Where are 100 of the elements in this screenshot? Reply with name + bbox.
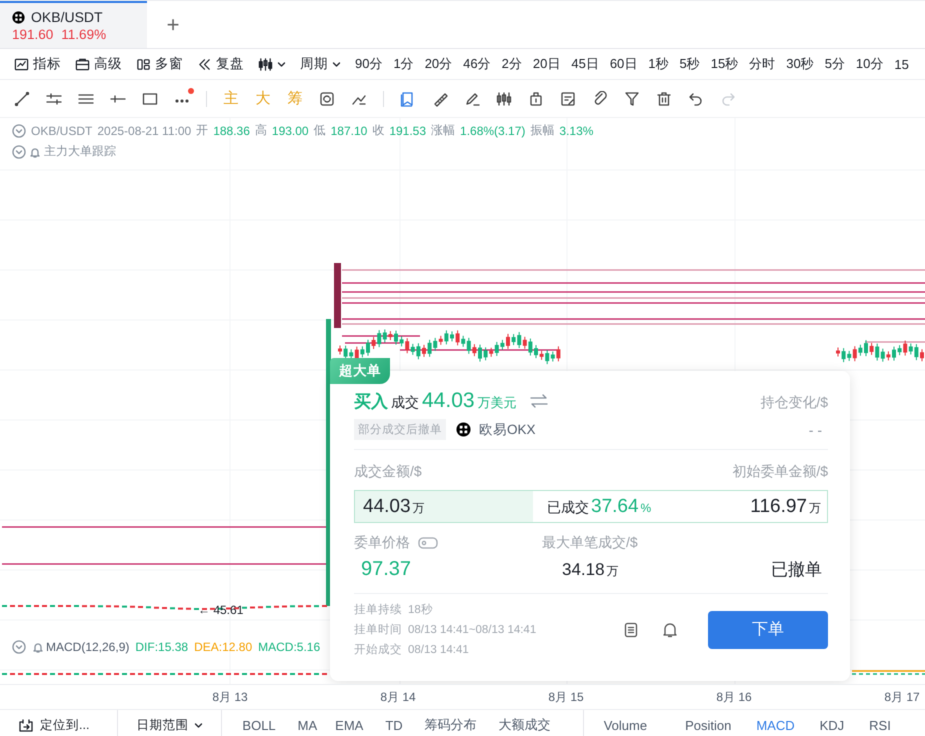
deal-label: 成交 <box>391 394 419 412</box>
interval-button[interactable]: 15 <box>894 56 909 72</box>
interval-button[interactable]: 分时 <box>749 55 776 73</box>
caret-icon <box>332 60 341 68</box>
notes-icon[interactable] <box>624 622 638 638</box>
interval-button[interactable]: 20日 <box>532 55 560 73</box>
magnet-icon[interactable] <box>592 90 608 106</box>
exchange-name: 欧易OKX <box>479 420 536 438</box>
bell-icon[interactable] <box>662 622 678 638</box>
unit-label: 万 <box>412 500 425 516</box>
undo-icon[interactable] <box>688 90 704 106</box>
interval-button[interactable]: 46分 <box>463 55 491 73</box>
field-value: 1.68%(3.17) <box>460 124 526 138</box>
trash-icon[interactable] <box>656 90 672 106</box>
cycle-icon[interactable] <box>319 90 335 106</box>
toolbar-button[interactable]: 多窗 <box>136 55 183 73</box>
indicator-value: DEA:12.80 <box>194 640 252 654</box>
indicator-value: MACD:5.16 <box>258 640 320 654</box>
field-value: 193.00 <box>272 124 309 138</box>
overlay-button[interactable]: TD <box>385 718 425 732</box>
side-label: 买入 <box>354 391 388 413</box>
tag-icon <box>418 537 438 549</box>
overlay-button[interactable]: 筹码分布 <box>424 716 499 734</box>
exchange-logo-icon <box>12 10 25 24</box>
field-value: 188.36 <box>213 124 250 138</box>
field-label: 成交金额/$ <box>354 463 422 481</box>
overlay-button[interactable]: BOLL <box>222 718 298 732</box>
overlay-button[interactable]: MA <box>298 718 336 732</box>
max-trade-amount: 34.18 <box>562 560 605 580</box>
symbol-tab[interactable]: OKB/USDT 191.60 11.69% <box>0 1 147 48</box>
toolbar-button[interactable]: 指标 <box>14 55 61 73</box>
lock-icon[interactable] <box>528 90 544 106</box>
collapse-icon <box>12 640 26 654</box>
interval-button[interactable]: 45日 <box>571 55 599 73</box>
field-label: 开 <box>196 122 208 139</box>
indicator-tab[interactable]: Position <box>671 718 742 732</box>
interval-button[interactable]: 10分 <box>856 55 884 73</box>
interval-button[interactable]: 20分 <box>424 55 452 73</box>
overlay-button[interactable]: 大额成交 <box>498 716 583 734</box>
indicator-tab[interactable]: KDJ <box>806 718 856 732</box>
field-value: 187.10 <box>330 124 368 138</box>
notification-dot <box>188 88 194 94</box>
indicator-tab[interactable]: Volume <box>584 718 672 732</box>
panel-icon <box>75 56 90 72</box>
interval-button[interactable]: 2分 <box>502 55 522 73</box>
locate-button[interactable]: 定位到... <box>0 716 118 734</box>
rectangle-icon[interactable] <box>142 90 158 106</box>
indicator-title: MACD(12,26,9) <box>46 640 130 654</box>
time-label: 2025-08-21 11:00 <box>97 124 192 138</box>
toolbar-button[interactable]: 高级 <box>75 55 122 73</box>
unit-label: 万 <box>606 563 619 580</box>
candle <box>338 345 342 355</box>
field-label: 高 <box>254 122 267 139</box>
interval-button[interactable]: 60日 <box>610 55 638 73</box>
interval-button[interactable]: 5分 <box>824 55 845 73</box>
order-size-badge: 超大单 <box>330 358 390 384</box>
parallel-lines-icon[interactable] <box>46 90 62 106</box>
interval-button[interactable]: 5秒 <box>680 55 700 73</box>
toolbar-button[interactable]: 复盘 <box>197 55 244 73</box>
indicator-tab[interactable]: MACD <box>742 718 806 732</box>
symbol-label: OKB/USDT <box>31 124 92 138</box>
ruler-icon[interactable] <box>432 90 448 106</box>
calendar-icon <box>18 718 34 732</box>
interval-button[interactable]: 15秒 <box>710 55 738 73</box>
date-range-dropdown[interactable]: 日期范围 <box>118 716 222 734</box>
indicator-tab[interactable]: RSI <box>855 718 902 732</box>
progress-percent: 37.64 <box>591 496 639 518</box>
interval-button[interactable]: 1秒 <box>648 55 669 73</box>
candle <box>394 330 398 346</box>
candlestick-icon[interactable] <box>496 90 512 106</box>
note-icon[interactable] <box>560 90 576 106</box>
axis-label: 8月 13 <box>212 688 248 706</box>
pen-icon[interactable] <box>464 90 480 106</box>
initial-amount: 116.97 <box>750 496 807 518</box>
order-line <box>865 341 925 343</box>
unit-label: 万 <box>809 500 821 516</box>
period-dropdown[interactable]: 周期 <box>300 55 341 73</box>
indicator-value: DIF:15.38 <box>135 640 188 654</box>
new-tab-button[interactable]: + <box>147 1 199 48</box>
filter-icon[interactable] <box>624 90 640 106</box>
candle <box>864 340 868 357</box>
field-label: 振幅 <box>530 122 554 139</box>
line-tool-icon[interactable] <box>14 90 30 106</box>
interval-button[interactable]: 1分 <box>393 55 414 73</box>
order-price: 97.37 <box>360 558 412 581</box>
swap-icon[interactable] <box>530 394 548 408</box>
field-label: 涨幅 <box>431 122 456 139</box>
interval-button[interactable]: 90分 <box>355 55 382 73</box>
overlay-button[interactable]: EMA <box>335 718 386 732</box>
interval-button[interactable]: 30秒 <box>786 55 814 73</box>
bell-icon <box>32 641 44 653</box>
chart-type-button[interactable] <box>258 56 286 72</box>
field-label: 初始委单金额/$ <box>732 463 828 481</box>
order-status: 已撤单 <box>771 559 823 581</box>
candle <box>478 344 482 362</box>
detail-label: 开始成交 <box>354 644 402 656</box>
candle <box>334 263 341 328</box>
bell-icon <box>29 146 41 158</box>
place-order-button[interactable]: 下单 <box>708 610 828 648</box>
candle <box>892 346 896 362</box>
